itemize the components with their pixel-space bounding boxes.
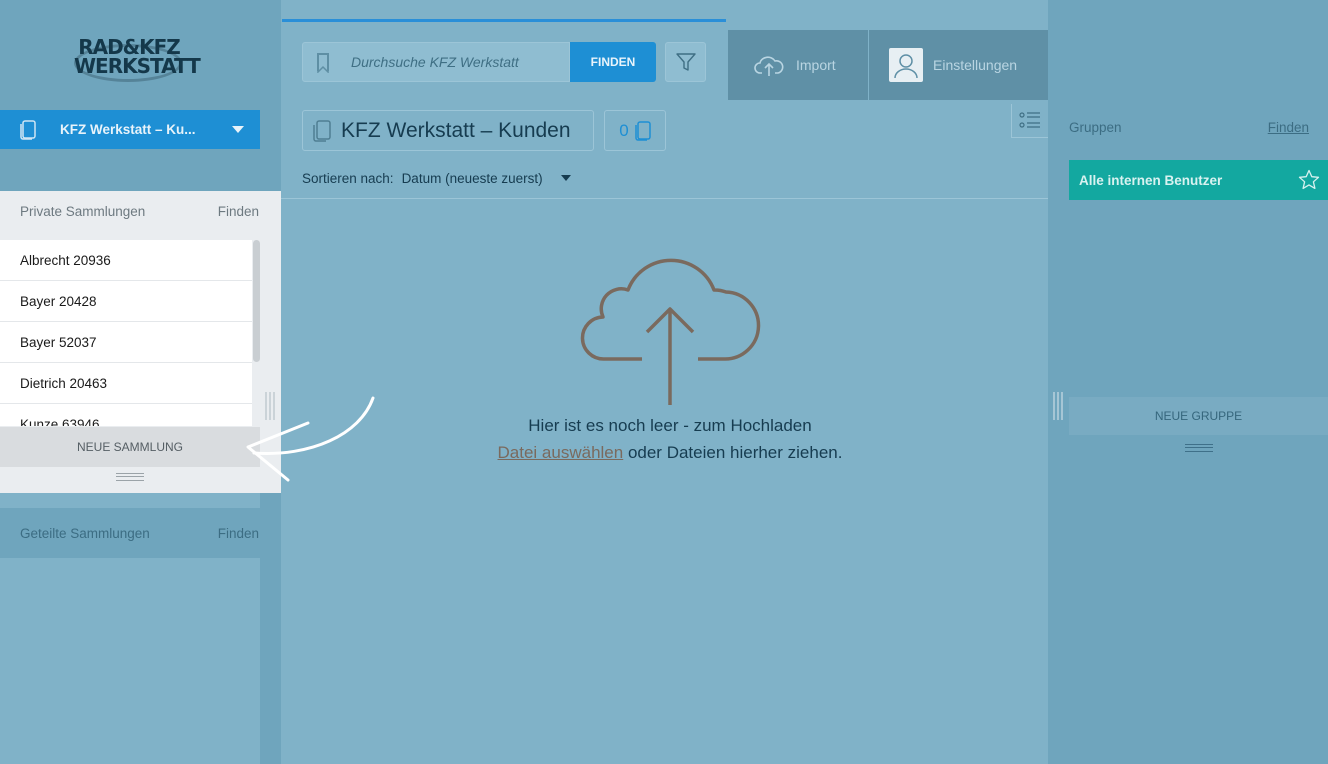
list-item[interactable]: Bayer 52037 (0, 322, 252, 363)
document-icon (313, 119, 331, 142)
private-collections-title: Private Sammlungen (20, 203, 146, 219)
sort-label: Sortieren nach: (302, 170, 394, 186)
page-title: KFZ Werkstatt – Kunden (341, 118, 571, 142)
panel-resize-grip[interactable] (116, 473, 144, 481)
upload-cloud-icon (580, 258, 761, 405)
list-item[interactable]: Kunze 63946 (0, 404, 252, 427)
list-item[interactable]: Bayer 20428 (0, 281, 252, 322)
search-input[interactable] (351, 54, 551, 70)
filter-button[interactable] (665, 42, 706, 82)
annotation-arrow (246, 396, 375, 482)
document-icon (634, 120, 651, 141)
search-box (302, 42, 570, 82)
empty-state-line-1: Hier ist es noch leer - zum Hochladen (528, 416, 812, 435)
file-count-badge[interactable]: 0 (604, 110, 666, 151)
shared-collections-title: Geteilte Sammlungen (20, 525, 150, 541)
star-icon[interactable] (1298, 169, 1320, 191)
file-count: 0 (619, 120, 629, 140)
import-label: Import (796, 57, 836, 73)
list-item[interactable]: Dietrich 20463 (0, 363, 252, 404)
settings-button[interactable]: Einstellungen (869, 30, 1048, 100)
private-find-link[interactable]: Finden (218, 204, 259, 219)
private-collections-panel: Private Sammlungen Finden Albrecht 20936… (0, 191, 281, 493)
list-item[interactable]: Albrecht 20936 (0, 240, 252, 281)
settings-label: Einstellungen (933, 57, 1018, 73)
cloud-upload-icon (754, 56, 784, 76)
empty-state-message: Hier ist es noch leer - zum Hochladen Da… (400, 412, 940, 466)
shared-collections-header: Geteilte Sammlungen Finden (0, 508, 281, 558)
avatar (889, 48, 923, 82)
groups-find-link[interactable]: Finden (1268, 120, 1309, 142)
private-collections-header: Private Sammlungen Finden (0, 191, 281, 231)
list-view-icon (1019, 111, 1040, 128)
groups-header: Gruppen Finden (1069, 120, 1309, 142)
list-scrollbar[interactable] (253, 240, 260, 362)
search-find-button[interactable]: FINDEN (570, 42, 656, 82)
divider (281, 198, 1048, 199)
logo-line-2: WERKSTATT (74, 54, 201, 78)
import-button[interactable]: Import (728, 30, 868, 100)
empty-state-line-2: oder Dateien hierher ziehen. (623, 443, 843, 462)
right-sidebar (1048, 0, 1328, 764)
sort-control[interactable]: Sortieren nach: Datum (neueste zuerst) (302, 169, 571, 187)
user-icon (894, 54, 918, 79)
panel-resize-grip[interactable] (1185, 444, 1213, 452)
new-collection-button[interactable]: NEUE SAMMLUNG (0, 427, 260, 467)
group-item-label: Alle internen Benutzer (1079, 172, 1223, 188)
groups-title: Gruppen (1069, 120, 1122, 135)
collection-select[interactable]: KFZ Werkstatt – Ku... (0, 110, 260, 149)
shared-find-link[interactable]: Finden (218, 526, 259, 541)
collection-title-box: KFZ Werkstatt – Kunden (302, 110, 594, 151)
bookmark-icon[interactable] (317, 53, 329, 73)
choose-file-link[interactable]: Datei auswählen (498, 443, 624, 462)
chevron-down-icon (560, 175, 571, 181)
document-icon (20, 119, 36, 140)
filter-icon (675, 53, 696, 71)
chevron-down-icon (232, 126, 244, 133)
sort-value: Datum (neueste zuerst) (401, 170, 543, 186)
progress-bar (282, 19, 726, 22)
right-resize-handle[interactable] (1053, 392, 1063, 420)
private-collections-list: Albrecht 20936 Bayer 20428 Bayer 52037 D… (0, 240, 252, 426)
list-view-toggle[interactable] (1011, 104, 1048, 138)
collection-select-label: KFZ Werkstatt – Ku... (60, 122, 196, 137)
group-item-active[interactable]: Alle internen Benutzer (1069, 160, 1328, 200)
logo: RAD&KFZ WERKSTATT (74, 37, 201, 86)
new-group-button[interactable]: NEUE GRUPPE (1069, 397, 1328, 435)
